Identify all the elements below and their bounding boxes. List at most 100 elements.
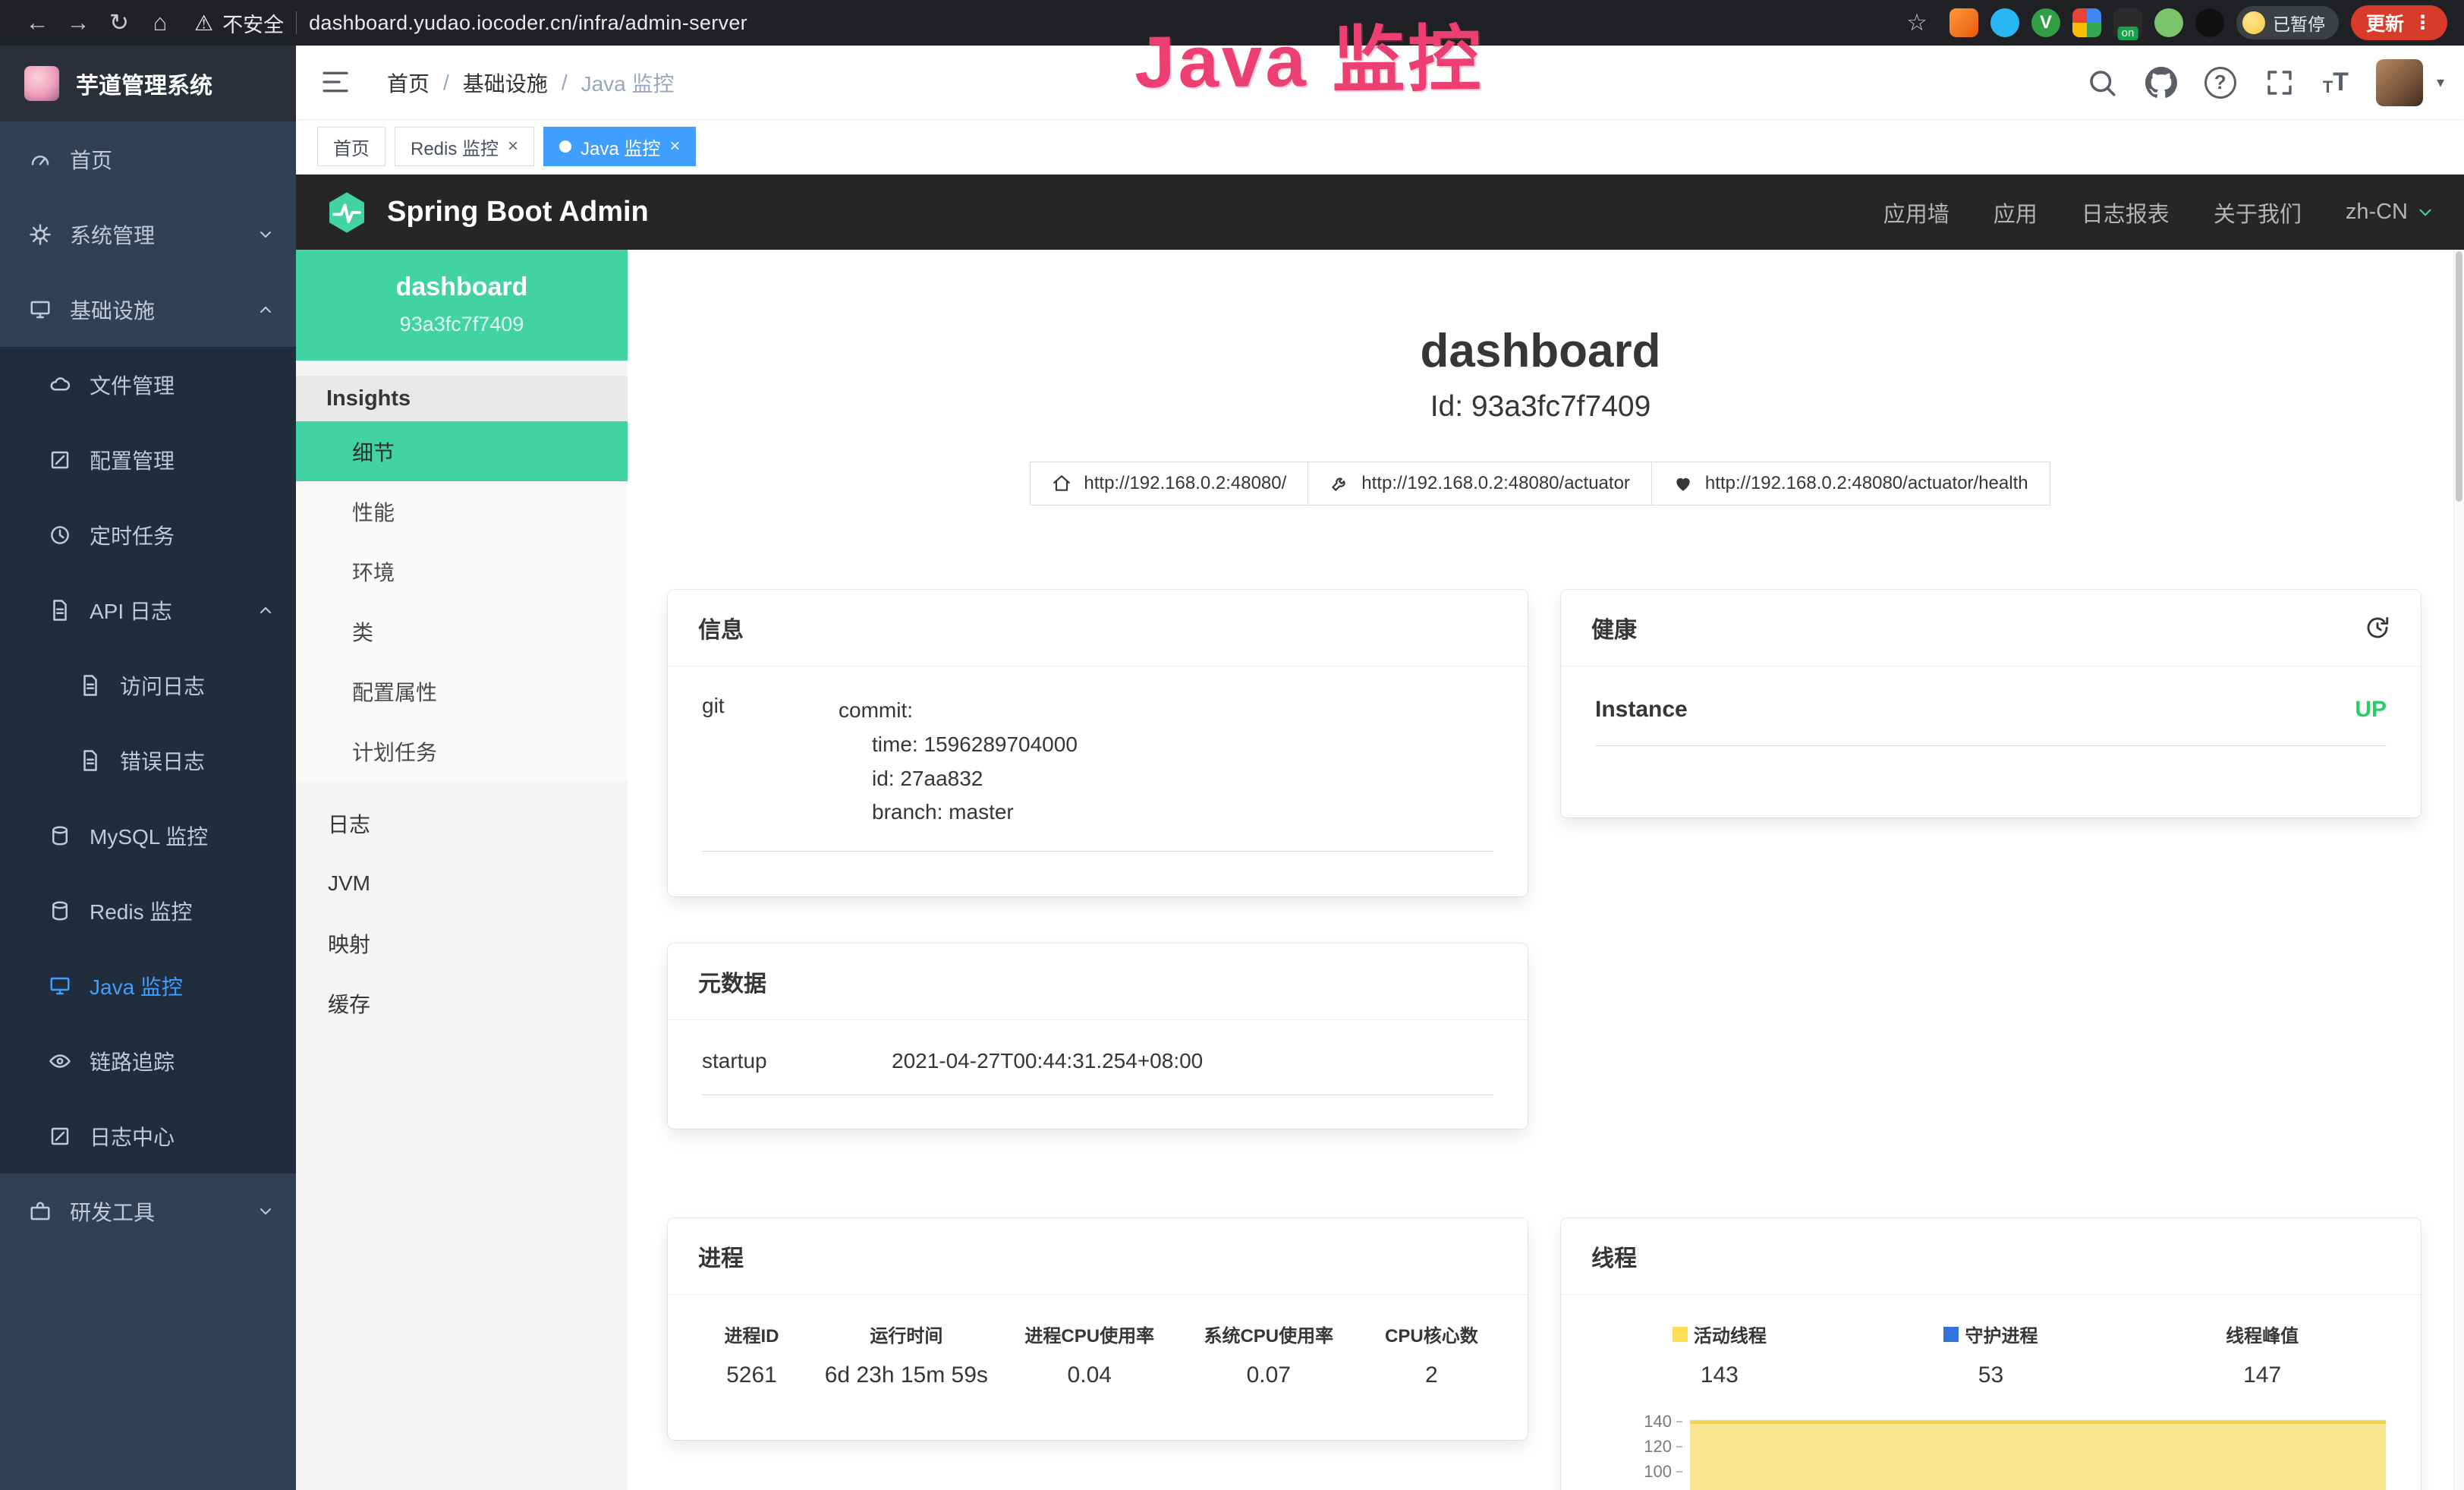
sba-item-caches[interactable]: 缓存 — [296, 973, 628, 1033]
github-icon[interactable] — [2145, 67, 2177, 99]
hamburger-icon[interactable] — [320, 67, 351, 97]
health-card: 健康 Instance UP — [1561, 590, 2421, 817]
daemon-threads-swatch — [1943, 1327, 1959, 1342]
close-icon[interactable]: × — [508, 136, 518, 157]
sba-logo-icon — [325, 191, 369, 235]
threads-legend: 活动线程 守护进程 线程峰值 143 53 147 — [1561, 1295, 2421, 1388]
process-pid: 5261 — [691, 1362, 813, 1388]
sidebar-item-error-logs[interactable]: 错误日志 — [0, 723, 296, 798]
health-card-title: 健康 — [1591, 611, 1637, 644]
sidebar-item-log-center[interactable]: 日志中心 — [0, 1098, 296, 1173]
threads-chart: 140 120 100 — [1591, 1408, 2390, 1490]
sba-item-metrics[interactable]: 性能 — [296, 481, 628, 541]
sba-item-classes[interactable]: 类 — [296, 601, 628, 661]
sba-nav-journal[interactable]: 日志报表 — [2082, 197, 2170, 228]
extension-dark-icon[interactable] — [2195, 8, 2224, 37]
sidebar-item-file-manage[interactable]: 文件管理 — [0, 347, 296, 422]
user-avatar[interactable] — [2376, 59, 2423, 106]
help-icon[interactable]: ? — [2204, 67, 2236, 99]
sba-locale-select[interactable]: zh-CN — [2346, 200, 2435, 225]
sba-item-config-props[interactable]: 配置属性 — [296, 661, 628, 721]
page-subtitle: Id: 93a3fc7f7409 — [628, 390, 2453, 424]
reload-icon[interactable]: ↻ — [99, 9, 140, 36]
sidebar-item-home[interactable]: 首页 — [0, 121, 296, 197]
service-url-link[interactable]: http://192.168.0.2:48080/ — [1030, 461, 1308, 506]
sidebar-item-access-logs[interactable]: 访问日志 — [0, 647, 296, 723]
infra-submenu: 文件管理 配置管理 定时任务 API 日志 访问日志 错误日志 MySQL 监控… — [0, 347, 296, 1173]
sba-item-mappings[interactable]: 映射 — [296, 913, 628, 973]
info-row-git: git commit: time: 1596289704000 id: 27aa… — [702, 694, 1493, 852]
logo-avatar — [24, 66, 59, 101]
site-security[interactable]: ⚠ 不安全 — [194, 8, 284, 38]
instance-name: dashboard — [296, 272, 628, 302]
breadcrumb-home[interactable]: 首页 — [387, 68, 430, 98]
chrome-update-button[interactable]: 更新 ⋮ — [2351, 5, 2447, 40]
home-icon[interactable]: ⌂ — [140, 9, 181, 36]
wrench-icon — [1330, 474, 1349, 493]
extension-switch-icon[interactable]: on — [2113, 8, 2142, 37]
address-bar[interactable]: dashboard.yudao.iocoder.cn/infra/admin-s… — [309, 11, 747, 35]
chevron-down-icon — [256, 1202, 275, 1221]
close-icon[interactable]: × — [669, 136, 680, 157]
sidebar-item-api-logs[interactable]: API 日志 — [0, 572, 296, 647]
font-size-icon[interactable]: TT — [2323, 68, 2349, 97]
sba-item-jvm[interactable]: JVM — [296, 853, 628, 913]
sidebar-item-infra[interactable]: 基础设施 — [0, 272, 296, 347]
sba-nav-applications[interactable]: 应用 — [1994, 197, 2038, 228]
sba-item-scheduled-tasks[interactable]: 计划任务 — [296, 721, 628, 781]
sidebar-item-system[interactable]: 系统管理 — [0, 197, 296, 272]
chevron-down-icon — [256, 225, 275, 244]
forward-icon[interactable]: → — [58, 9, 99, 36]
search-icon[interactable] — [2086, 67, 2118, 99]
extension-leaf-icon[interactable] — [2154, 8, 2183, 37]
scrollbar-thumb[interactable] — [2456, 251, 2462, 502]
threads-card-title: 线程 — [1591, 1240, 1637, 1273]
breadcrumb-infra[interactable]: 基础设施 — [463, 68, 548, 98]
sidebar-item-redis-monitor[interactable]: Redis 监控 — [0, 873, 296, 948]
fullscreen-icon[interactable] — [2264, 67, 2296, 99]
extension-grid-icon[interactable] — [2072, 8, 2101, 37]
sba-nav-wallboard[interactable]: 应用墙 — [1883, 197, 1949, 228]
extension-fox-icon[interactable] — [1949, 8, 1978, 37]
sba-nav-about[interactable]: 关于我们 — [2214, 197, 2302, 228]
back-icon[interactable]: ← — [17, 9, 58, 36]
system-cpu: 0.07 — [1179, 1362, 1358, 1388]
sidebar-item-config-manage[interactable]: 配置管理 — [0, 422, 296, 497]
instance-links: http://192.168.0.2:48080/ http://192.168… — [628, 461, 2453, 506]
warning-icon: ⚠ — [194, 11, 213, 36]
sidebar-item-dev-tools[interactable]: 研发工具 — [0, 1173, 296, 1249]
sidebar-item-mysql-monitor[interactable]: MySQL 监控 — [0, 798, 296, 873]
history-icon[interactable] — [2365, 615, 2390, 641]
tab-java-monitor[interactable]: Java 监控 × — [543, 127, 696, 166]
scrollbar[interactable] — [2453, 250, 2464, 1490]
extension-v-icon[interactable]: V — [2031, 8, 2060, 37]
sba-item-details[interactable]: 细节 — [296, 421, 628, 481]
instance-header: dashboard 93a3fc7f7409 — [296, 250, 628, 361]
sba-item-environment[interactable]: 环境 — [296, 541, 628, 601]
sidebar-item-tracing[interactable]: 链路追踪 — [0, 1023, 296, 1098]
tab-redis-monitor[interactable]: Redis 监控 × — [395, 127, 534, 166]
extension-drop-icon[interactable] — [1990, 8, 2019, 37]
paused-label: 已暂停 — [2273, 10, 2325, 36]
bookmark-star-icon[interactable]: ☆ — [1896, 9, 1937, 36]
extension-paused-chip[interactable]: 已暂停 — [2236, 6, 2339, 39]
browser-toolbar: ← → ↻ ⌂ ⚠ 不安全 dashboard.yudao.iocoder.cn… — [0, 0, 2464, 46]
admin-sidebar: 芋道管理系统 首页 系统管理 基础设施 文件管理 配置管理 定时任务 API 日… — [0, 46, 296, 1490]
breadcrumb-current: Java 监控 — [581, 68, 675, 98]
sba-brand[interactable]: Spring Boot Admin — [325, 191, 649, 235]
actuator-url-link[interactable]: http://192.168.0.2:48080/actuator — [1308, 461, 1652, 506]
tab-home[interactable]: 首页 — [317, 127, 385, 166]
health-url-link[interactable]: http://192.168.0.2:48080/actuator/health — [1651, 461, 2050, 506]
live-threads-value: 143 — [1584, 1362, 1855, 1388]
tags-view-bar: 首页 Redis 监控 × Java 监控 × — [296, 119, 2464, 175]
app-logo[interactable]: 芋道管理系统 — [0, 46, 296, 121]
chevron-up-icon — [256, 601, 275, 619]
chevron-up-icon — [256, 301, 275, 319]
process-uptime: 6d 23h 15m 59s — [813, 1362, 1000, 1388]
avatar-caret-icon[interactable]: ▾ — [2437, 73, 2444, 92]
sba-item-logs[interactable]: 日志 — [296, 793, 628, 853]
sidebar-item-scheduled-jobs[interactable]: 定时任务 — [0, 497, 296, 572]
page-title: dashboard — [628, 324, 2453, 378]
update-label: 更新 — [2366, 9, 2404, 36]
sidebar-item-java-monitor[interactable]: Java 监控 — [0, 948, 296, 1023]
